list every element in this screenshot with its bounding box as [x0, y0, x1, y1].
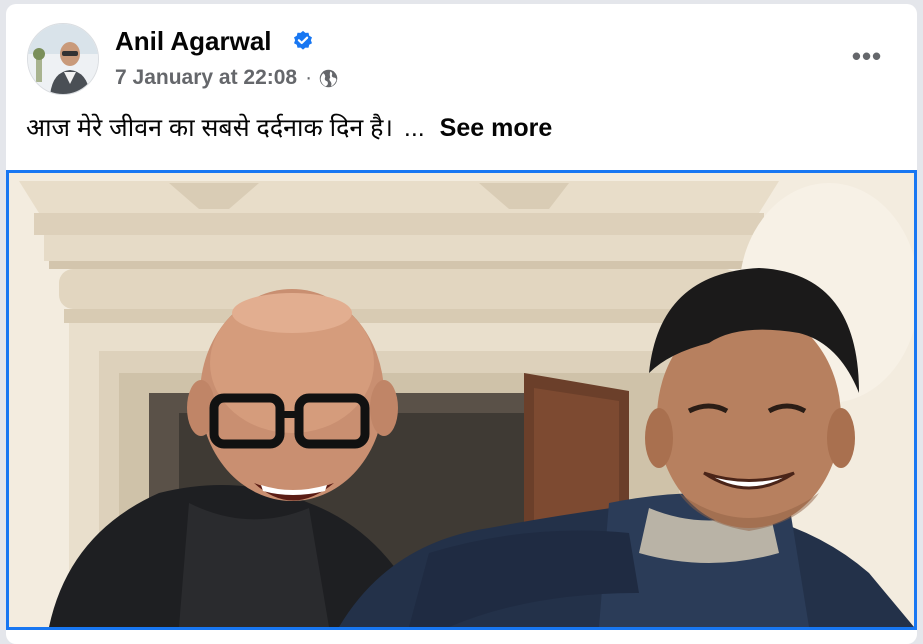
author-avatar[interactable] — [27, 23, 99, 95]
author-name[interactable]: Anil Agarwal — [115, 26, 272, 56]
meta-separator: · — [305, 66, 313, 89]
post-text: आज मेरे जीवन का सबसे दर्दनाक दिन है। ...… — [26, 112, 552, 144]
post-meta: 7 January at 22:08 · — [115, 66, 339, 90]
verified-badge-icon — [294, 30, 312, 50]
truncation-ellipsis: ... — [403, 114, 425, 142]
globe-icon[interactable] — [318, 68, 339, 89]
post-photo[interactable] — [6, 170, 917, 630]
see-more-link[interactable]: See more — [440, 114, 553, 142]
post-card: Anil Agarwal 7 January at 22:08 · ••• आज… — [6, 4, 917, 644]
post-timestamp[interactable]: 7 January at 22:08 — [115, 66, 297, 90]
post-message: आज मेरे जीवन का सबसे दर्दनाक दिन है। — [26, 114, 393, 142]
post-header: Anil Agarwal 7 January at 22:08 · ••• — [6, 4, 917, 100]
avatar-image — [28, 24, 98, 94]
more-options-button[interactable]: ••• — [847, 41, 887, 71]
photo-image — [9, 173, 914, 627]
